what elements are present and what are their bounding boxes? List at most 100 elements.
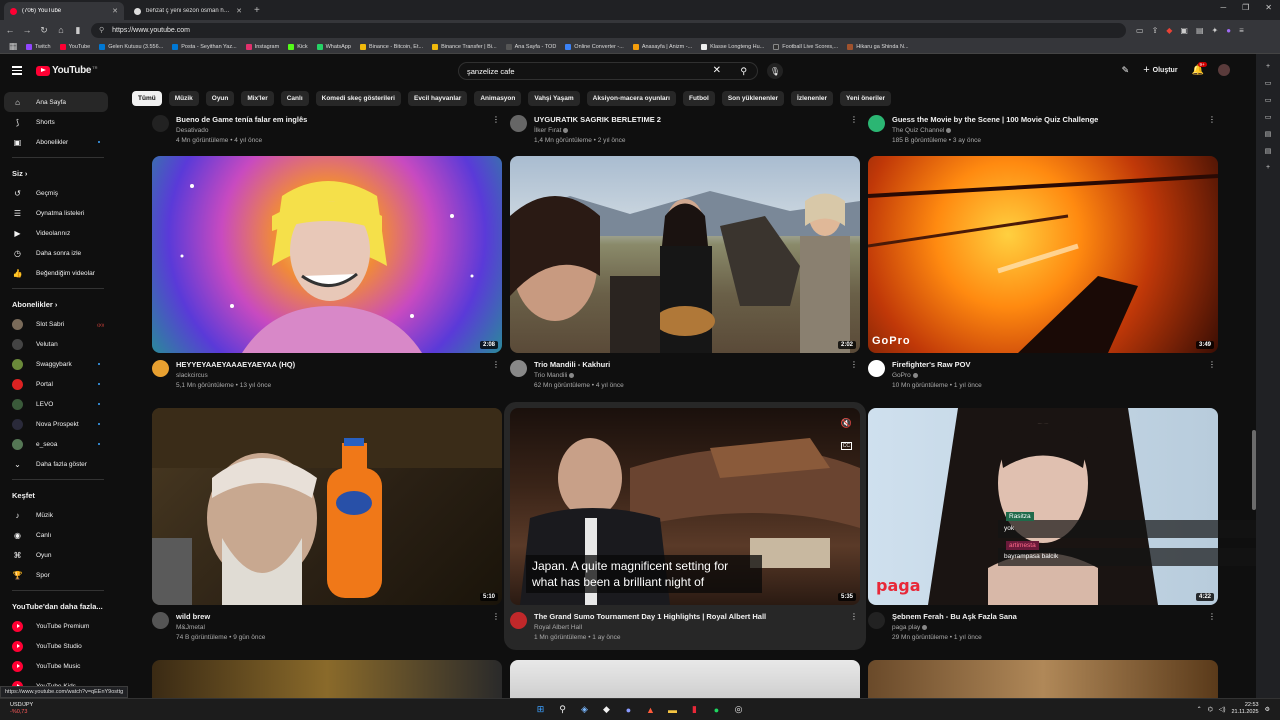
menu-icon[interactable]: ≡	[1239, 26, 1244, 35]
history-panel-icon[interactable]: ▭	[1256, 113, 1280, 121]
more-options-icon[interactable]: ⋮	[1208, 115, 1216, 124]
bookmark-item[interactable]: Gelen Kutusu (3.556...	[99, 43, 163, 50]
bookmark-item[interactable]: Instagram	[245, 43, 279, 50]
discord-icon[interactable]: ●	[621, 702, 636, 717]
volume-icon[interactable]: ◁)	[1219, 706, 1226, 713]
site-info-icon[interactable]: ⚲	[99, 26, 104, 34]
sidebar-item-shorts[interactable]: ⟆ Shorts	[0, 112, 116, 132]
extension-icon[interactable]: ▣	[1180, 26, 1188, 35]
sidebar-item-subscription[interactable]: LEVO	[0, 394, 116, 414]
video-card[interactable]: Bueno de Game tenía falar em inglês Desat…	[152, 108, 502, 144]
sidebar-item-subscription[interactable]: Portal	[0, 374, 116, 394]
tab-youtube[interactable]: (706) YouTube ✕	[4, 2, 124, 20]
more-options-icon[interactable]: ⋮	[1208, 360, 1216, 369]
video-thumbnail[interactable]: 5:10	[152, 408, 502, 605]
more-options-icon[interactable]: ⋮	[492, 360, 500, 369]
filter-chip[interactable]: Oyun	[205, 91, 235, 106]
tray-chevron-icon[interactable]: ⌃	[1197, 706, 1202, 713]
filter-chip[interactable]: Evcil hayvanlar	[407, 91, 468, 106]
video-card[interactable]: GoPro 3:49 Firefighter's Raw POV GoPro 10 …	[868, 156, 1218, 389]
channel-avatar[interactable]	[510, 115, 527, 132]
sidebar-item-subscription[interactable]: e_seoa	[0, 434, 116, 454]
channel-avatar[interactable]	[152, 360, 169, 377]
close-window-icon[interactable]: ✕	[1265, 3, 1272, 12]
filter-chip[interactable]: Müzik	[168, 91, 199, 106]
video-card[interactable]: 5:10 wild brew M&Jmetal 74 B görüntüleme •…	[152, 408, 502, 641]
bookmark-item[interactable]: Online Converter -...	[565, 43, 624, 50]
more-options-icon[interactable]: ⋮	[850, 612, 858, 621]
video-card[interactable]: Guess the Movie by the Scene | 100 Movie…	[868, 108, 1218, 144]
minimize-icon[interactable]: ─	[1220, 3, 1226, 12]
filter-chip[interactable]: Son yüklenenler	[721, 91, 785, 106]
video-thumbnail[interactable]: paga 4:22	[868, 408, 1218, 605]
reload-icon[interactable]: ↻	[37, 25, 51, 36]
video-thumbnail[interactable]: 2:08	[152, 156, 502, 353]
copilot-icon[interactable]: ◈	[577, 702, 592, 717]
ai-icon[interactable]: ●	[1226, 26, 1231, 35]
video-thumbnail[interactable]: GoPro 3:49	[868, 156, 1218, 353]
spotify-icon[interactable]: ●	[709, 702, 724, 717]
sidebar-item-sports[interactable]: 🏆 Spor	[0, 565, 116, 585]
sidebar-item-music-app[interactable]: YouTube Music	[0, 656, 116, 676]
filter-chip[interactable]: Canlı	[280, 91, 309, 106]
close-tab-icon[interactable]: ✕	[112, 7, 118, 15]
share-icon[interactable]: ⇪	[1152, 26, 1159, 35]
clock[interactable]: 22:53 21.11.2025	[1231, 702, 1258, 716]
network-icon[interactable]: ⌬	[1208, 706, 1213, 713]
sidebar-item-watch-later[interactable]: ◷ Daha sonra izle	[0, 243, 116, 263]
sidebar-item-subscription[interactable]: Nova Prospekt	[0, 414, 116, 434]
puzzle-icon[interactable]: ✦	[1212, 26, 1219, 35]
more-options-icon[interactable]: ⋮	[850, 115, 858, 124]
settings-icon[interactable]: ⚙	[1265, 706, 1270, 713]
bookmark-item[interactable]: WhatsApp	[316, 43, 351, 50]
mic-icon[interactable]: 🎙	[767, 63, 783, 79]
captions-icon[interactable]: CC	[840, 442, 852, 450]
sidebar-item-subscription[interactable]: Swaggybark	[0, 354, 116, 374]
filter-chip[interactable]: Vahşi Yaşam	[528, 91, 580, 106]
playlist-panel-icon[interactable]: ▤	[1256, 147, 1280, 155]
video-thumbnail[interactable]	[152, 660, 502, 698]
plus-icon[interactable]: +	[1256, 164, 1280, 171]
search-input[interactable]: şanzelize cafe ✕ ⚲	[458, 62, 758, 80]
sidebar-item-playlists[interactable]: ☰ Oynatma listeleri	[0, 203, 116, 223]
channel-avatar[interactable]	[868, 360, 885, 377]
sidebar-item-home[interactable]: ⌂ Ana Sayfa	[4, 92, 108, 112]
bookmark-item[interactable]: Binance Transfer | Bi...	[432, 43, 497, 50]
sidebar-item-your-videos[interactable]: ▶ Videolarınız	[0, 223, 116, 243]
start-icon[interactable]: ⊞	[533, 702, 548, 717]
channel-avatar[interactable]	[868, 612, 885, 629]
chrome-icon[interactable]: ◎	[731, 702, 746, 717]
filter-chip[interactable]: Animasyon	[474, 91, 522, 106]
add-icon[interactable]: +	[1256, 63, 1280, 70]
bookmark-item[interactable]: Klasse Longteng Hu...	[701, 43, 764, 50]
sidebar-you-heading[interactable]: Siz ›	[0, 163, 116, 183]
reading-list-icon[interactable]: ▭	[1256, 79, 1280, 87]
cast-icon[interactable]: ✎	[1122, 65, 1130, 76]
more-options-icon[interactable]: ⋮	[492, 612, 500, 621]
bookmarks-panel-icon[interactable]: ▭	[1256, 96, 1280, 104]
notifications-icon[interactable]: 🔔 9+	[1192, 61, 1207, 76]
video-thumbnail[interactable]: 2:02	[510, 156, 860, 353]
video-card[interactable]: 2:02 Trio Mandili - Kakhuri Trio Mandili 6…	[510, 156, 860, 389]
search-icon[interactable]: ⚲	[740, 66, 747, 77]
new-tab-button[interactable]: +	[254, 2, 260, 20]
clear-search-icon[interactable]: ✕	[713, 65, 721, 76]
filter-chip[interactable]: Yeni öneriler	[840, 91, 892, 106]
wallet-icon[interactable]: ▤	[1196, 26, 1204, 35]
bookmark-item[interactable]: Ana Sayfa - TOD	[505, 43, 556, 50]
bookmark-item[interactable]: YouTube	[59, 43, 90, 50]
sidebar-item-music[interactable]: ♪ Müzik	[0, 505, 116, 525]
video-preview[interactable]: 🔇 CC Japan. A quite magnificent setting …	[510, 408, 860, 605]
more-options-icon[interactable]: ⋮	[1208, 612, 1216, 621]
more-options-icon[interactable]: ⋮	[850, 360, 858, 369]
forward-icon[interactable]: →	[20, 25, 34, 35]
sidebar-item-subscriptions[interactable]: ▣ Abonelikler	[0, 132, 116, 152]
channel-avatar[interactable]	[868, 115, 885, 132]
apps-icon[interactable]: ▦	[6, 41, 20, 52]
bookmark-item[interactable]: Football Live Scores,...	[773, 43, 838, 50]
stock-widget[interactable]: USD/JPY -%0,73	[10, 702, 33, 716]
video-card[interactable]: 2:08 HEYYEYAAEYAAAEYAEYAA (HQ) slackcircu…	[152, 156, 502, 389]
app-icon[interactable]: ▮	[687, 702, 702, 717]
filter-chip[interactable]: Aksiyon-macera oyunları	[586, 91, 676, 106]
url-field[interactable]: ⚲ https://www.youtube.com	[91, 22, 1126, 38]
